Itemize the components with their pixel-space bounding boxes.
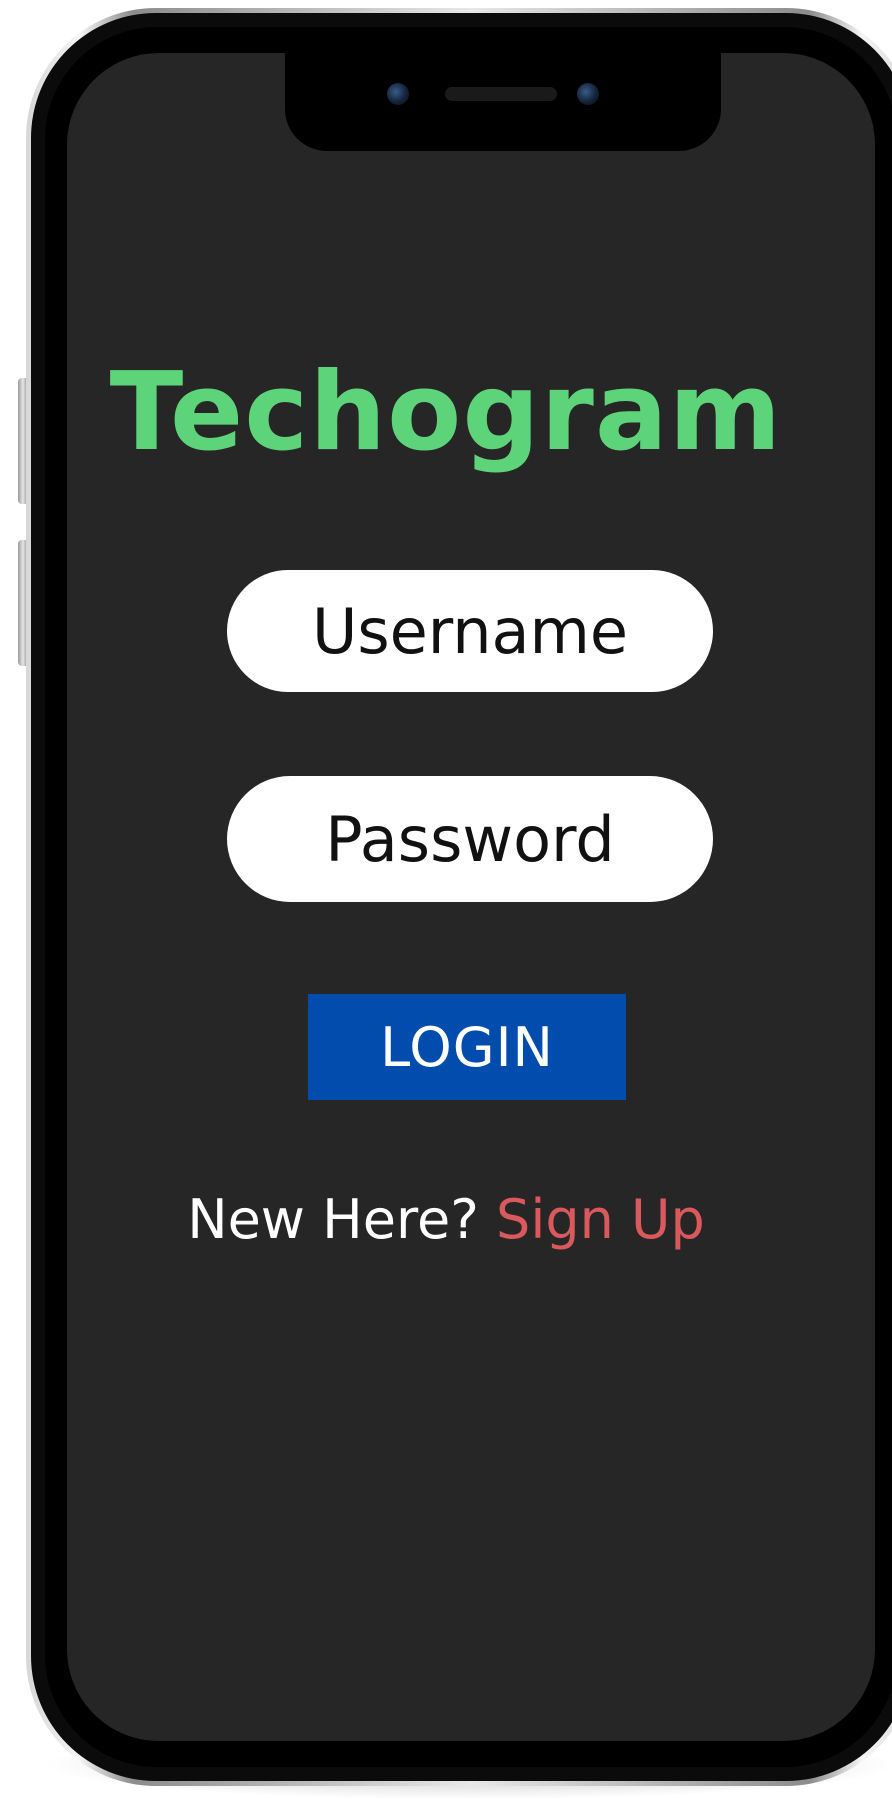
login-button[interactable]: LOGIN	[308, 994, 626, 1100]
sensor-icon	[577, 83, 599, 105]
signup-link[interactable]: Sign Up	[496, 1188, 705, 1251]
password-input[interactable]	[227, 776, 713, 902]
speaker-grille	[445, 87, 557, 101]
signup-row: New Here? Sign Up	[0, 1188, 892, 1251]
signup-prompt: New Here?	[187, 1188, 479, 1251]
app-title: Techogram	[109, 350, 783, 475]
camera-icon	[387, 83, 409, 105]
phone-notch	[285, 53, 721, 151]
username-input[interactable]	[227, 570, 713, 692]
